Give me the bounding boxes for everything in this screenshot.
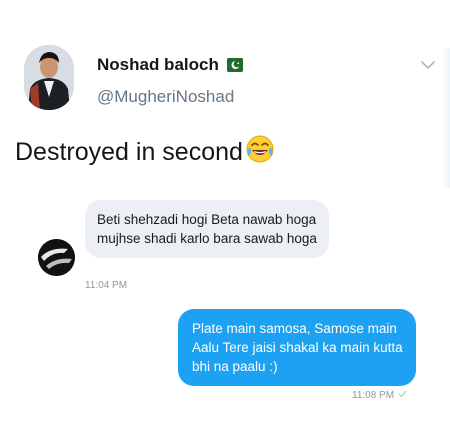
pakistan-flag-icon	[226, 58, 243, 72]
outgoing-message-meta: 11:08 PM	[352, 390, 407, 401]
tweet-text: Destroyed in second	[15, 134, 275, 171]
outgoing-message-bubble: Plate main samosa, Samose main Aalu Tere…	[178, 309, 416, 386]
incoming-message-time: 11:04 PM	[85, 280, 128, 291]
chevron-down-icon[interactable]	[419, 56, 437, 74]
scrollbar[interactable]	[442, 48, 450, 188]
contact-avatar[interactable]	[38, 239, 75, 276]
incoming-message-bubble: Beti shehzadi hogi Beta nawab hoga mujhs…	[85, 200, 329, 258]
display-name[interactable]: Noshad baloch	[97, 55, 243, 75]
tweet-text-content: Destroyed in second	[15, 138, 243, 166]
check-icon	[398, 390, 407, 401]
display-name-label: Noshad baloch	[97, 55, 219, 74]
user-handle[interactable]: @MugheriNoshad	[97, 87, 234, 107]
outgoing-message-time: 11:08 PM	[352, 390, 395, 401]
profile-avatar[interactable]	[24, 45, 74, 110]
laughing-emoji-icon	[245, 134, 275, 171]
